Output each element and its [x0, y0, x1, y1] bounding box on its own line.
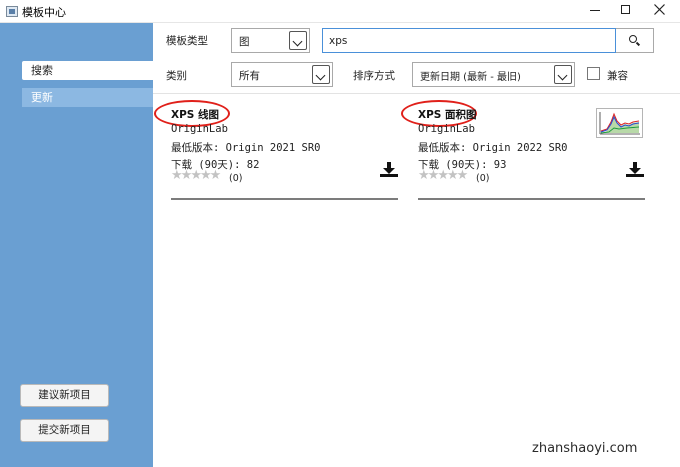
sort-label: 排序方式 [353, 70, 395, 82]
sort-value: 更新日期 (最新 - 最旧) [420, 72, 521, 83]
template-type-value: 图 [239, 36, 250, 48]
search-input-value: xps [329, 35, 348, 47]
title-bar: 模板中心 [0, 0, 680, 23]
star-icon[interactable]: ★ [200, 168, 212, 183]
search-input[interactable]: xps [322, 28, 616, 53]
star-rating[interactable]: ★★★★★ [418, 168, 469, 183]
star-icon[interactable]: ★ [457, 168, 469, 183]
star-icon[interactable]: ★ [437, 168, 449, 183]
close-icon [653, 4, 665, 15]
template-title[interactable]: XPS 线图 [171, 107, 219, 122]
download-icon[interactable] [626, 162, 644, 178]
star-rating[interactable]: ★★★★★ [171, 168, 222, 183]
star-icon[interactable]: ★ [190, 168, 202, 183]
sort-select[interactable]: 更新日期 (最新 - 最旧) [412, 62, 575, 87]
card-divider [418, 198, 645, 200]
search-icon [629, 35, 639, 45]
category-select[interactable]: 所有 [231, 62, 333, 87]
close-button[interactable] [642, 0, 676, 23]
window-title: 模板中心 [22, 6, 66, 19]
maximize-button[interactable] [608, 0, 642, 23]
rating-count: (0) [229, 173, 243, 184]
template-thumbnail[interactable] [596, 108, 643, 138]
template-type-select[interactable]: 图 [231, 28, 310, 53]
star-icon[interactable]: ★ [447, 168, 459, 183]
star-icon[interactable]: ★ [428, 168, 440, 183]
watermark: zhanshaoyi.com [532, 441, 638, 456]
star-icon[interactable]: ★ [418, 168, 430, 183]
category-value: 所有 [239, 70, 260, 82]
suggest-new-project-button[interactable]: 建议新项目 [20, 384, 109, 407]
sidebar: 搜索 更新 建议新项目 提交新项目 [0, 23, 153, 467]
star-icon[interactable]: ★ [171, 168, 183, 183]
sidebar-item-search[interactable]: 搜索 [22, 61, 153, 80]
chevron-down-icon[interactable] [289, 31, 307, 50]
compatible-label: 兼容 [607, 70, 628, 82]
star-icon[interactable]: ★ [181, 168, 193, 183]
chevron-down-icon[interactable] [554, 65, 572, 84]
category-label: 类别 [166, 70, 187, 82]
minimize-button[interactable] [578, 0, 612, 23]
download-icon[interactable] [380, 162, 398, 178]
submit-new-project-button[interactable]: 提交新项目 [20, 419, 109, 442]
card-divider [171, 198, 398, 200]
template-card[interactable]: XPS 面积图 OriginLab 最低版本: Origin 2022 SR0 … [401, 96, 645, 201]
compatible-checkbox[interactable] [587, 67, 600, 80]
template-min-version: 最低版本: Origin 2022 SR0 [418, 142, 568, 154]
xps-area-chart-thumbnail [599, 112, 640, 135]
template-author: OriginLab [171, 123, 228, 135]
template-card[interactable]: XPS 线图 OriginLab 最低版本: Origin 2021 SR0 下… [154, 96, 398, 201]
search-button[interactable] [616, 28, 654, 53]
app-icon [6, 6, 18, 17]
template-min-version: 最低版本: Origin 2021 SR0 [171, 142, 321, 154]
divider [153, 93, 680, 94]
sidebar-item-update[interactable]: 更新 [22, 88, 153, 107]
template-title[interactable]: XPS 面积图 [418, 107, 477, 122]
maximize-icon [620, 5, 630, 14]
minimize-icon [590, 10, 600, 11]
template-type-label: 模板类型 [166, 35, 208, 47]
template-author: OriginLab [418, 123, 475, 135]
chevron-down-icon[interactable] [312, 65, 330, 84]
star-icon[interactable]: ★ [210, 168, 222, 183]
rating-count: (0) [476, 173, 490, 184]
